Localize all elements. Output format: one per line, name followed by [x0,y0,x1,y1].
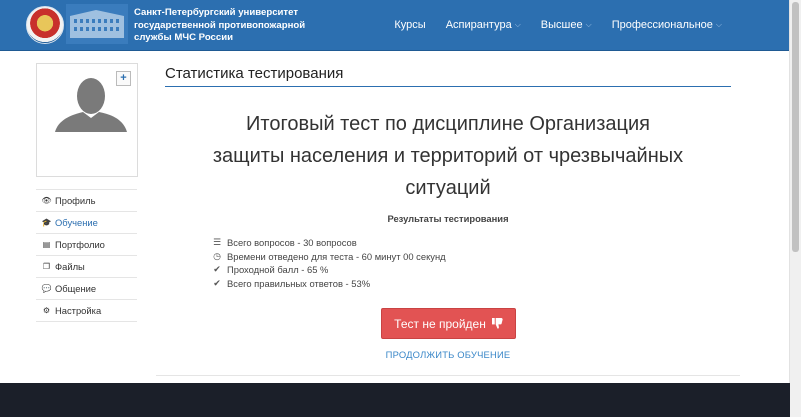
add-photo-button[interactable]: + [116,71,131,86]
sidebar-item-label: Профиль [55,195,96,206]
sidebar-item-label: Портфолио [55,239,105,250]
sidebar-item-settings[interactable]: ⚙ Настройка [36,299,137,322]
graduation-cap-icon: 🎓 [41,218,52,227]
university-name[interactable]: Санкт-Петербургский университет государс… [134,7,309,45]
eye-icon: 👁 [41,196,52,205]
sidebar-item-profile[interactable]: 👁 Профиль [36,189,137,211]
list-icon: ☰ [212,237,222,248]
nav-postgraduate[interactable]: Аспирантура ⌵ [436,19,531,31]
sidebar-item-label: Файлы [55,261,85,272]
nav-postgraduate-label: Аспирантура [445,19,512,31]
nav-higher-label: Высшее [540,19,583,31]
university-emblem-logo[interactable] [26,6,64,44]
sidebar-item-label: Общение [55,283,97,294]
sidebar-item-communication[interactable]: 💬 Общение [36,277,137,299]
scrollbar-thumb[interactable] [792,2,799,252]
chevron-down-icon: ⌵ [514,20,521,29]
main-nav: Курсы Аспирантура ⌵ Высшее ⌵ Профессиона… [384,0,732,50]
clock-icon: ◷ [213,250,221,261]
continue-learning-link[interactable]: ПРОДОЛЖИТЬ ОБУЧЕНИЕ [360,349,536,360]
sidebar-item-files[interactable]: ❐ Файлы [36,255,137,277]
page-scrollbar[interactable] [789,0,801,417]
result-text: Всего правильных ответов - 53% [227,277,371,289]
check-icon: ✔ [213,264,221,275]
test-name-heading: Итоговый тест по дисциплине Организация … [212,113,684,199]
title-divider [165,86,731,87]
check-icon: ✔ [213,277,221,288]
result-text: Всего вопросов - 30 вопросов [227,237,357,249]
sidebar-item-label: Настройка [55,305,102,316]
content-bottom-divider [156,375,740,376]
result-passing-score: ✔ Проходной балл - 65 % [212,263,446,277]
results-list: ☰ Всего вопросов - 30 вопросов ◷ Времени… [212,236,446,290]
nav-higher[interactable]: Высшее ⌵ [531,19,602,31]
result-total-questions: ☰ Всего вопросов - 30 вопросов [212,236,446,250]
nav-courses[interactable]: Курсы [384,19,435,31]
chevron-down-icon: ⌵ [585,20,592,29]
result-text: Проходной балл - 65 % [227,264,329,276]
comments-icon: 💬 [41,284,52,293]
portfolio-icon: ▤ [42,240,51,249]
results-heading: Результаты тестирования [387,213,509,224]
cogs-icon: ⚙ [42,306,51,315]
result-text: Времени отведено для теста - 60 минут 00… [227,250,446,262]
files-icon: ❐ [42,262,51,271]
thumbs-down-icon [491,318,503,329]
nav-professional[interactable]: Профессиональное ⌵ [602,19,732,31]
result-time-allotted: ◷ Времени отведено для теста - 60 минут … [212,250,446,264]
top-navbar: Санкт-Петербургский университет государс… [0,0,790,51]
test-failed-label: Тест не пройден [394,316,486,331]
university-building-logo[interactable] [66,4,128,44]
sidebar-item-portfolio[interactable]: ▤ Портфолио [36,233,137,255]
profile-menu: 👁 Профиль 🎓 Обучение ▤ Портфолио ❐ Файлы… [36,189,137,322]
page-footer [0,383,790,417]
sidebar-item-label: Обучение [55,217,98,228]
nav-courses-label: Курсы [394,19,426,31]
nav-professional-label: Профессиональное [611,19,713,31]
chevron-down-icon: ⌵ [715,20,722,29]
profile-photo-box: + [36,63,138,177]
test-failed-button[interactable]: Тест не пройден [381,308,516,339]
sidebar-item-education[interactable]: 🎓 Обучение [36,211,137,233]
page-title: Статистика тестирования [165,65,344,82]
result-correct-answers: ✔ Всего правильных ответов - 53% [212,277,446,291]
